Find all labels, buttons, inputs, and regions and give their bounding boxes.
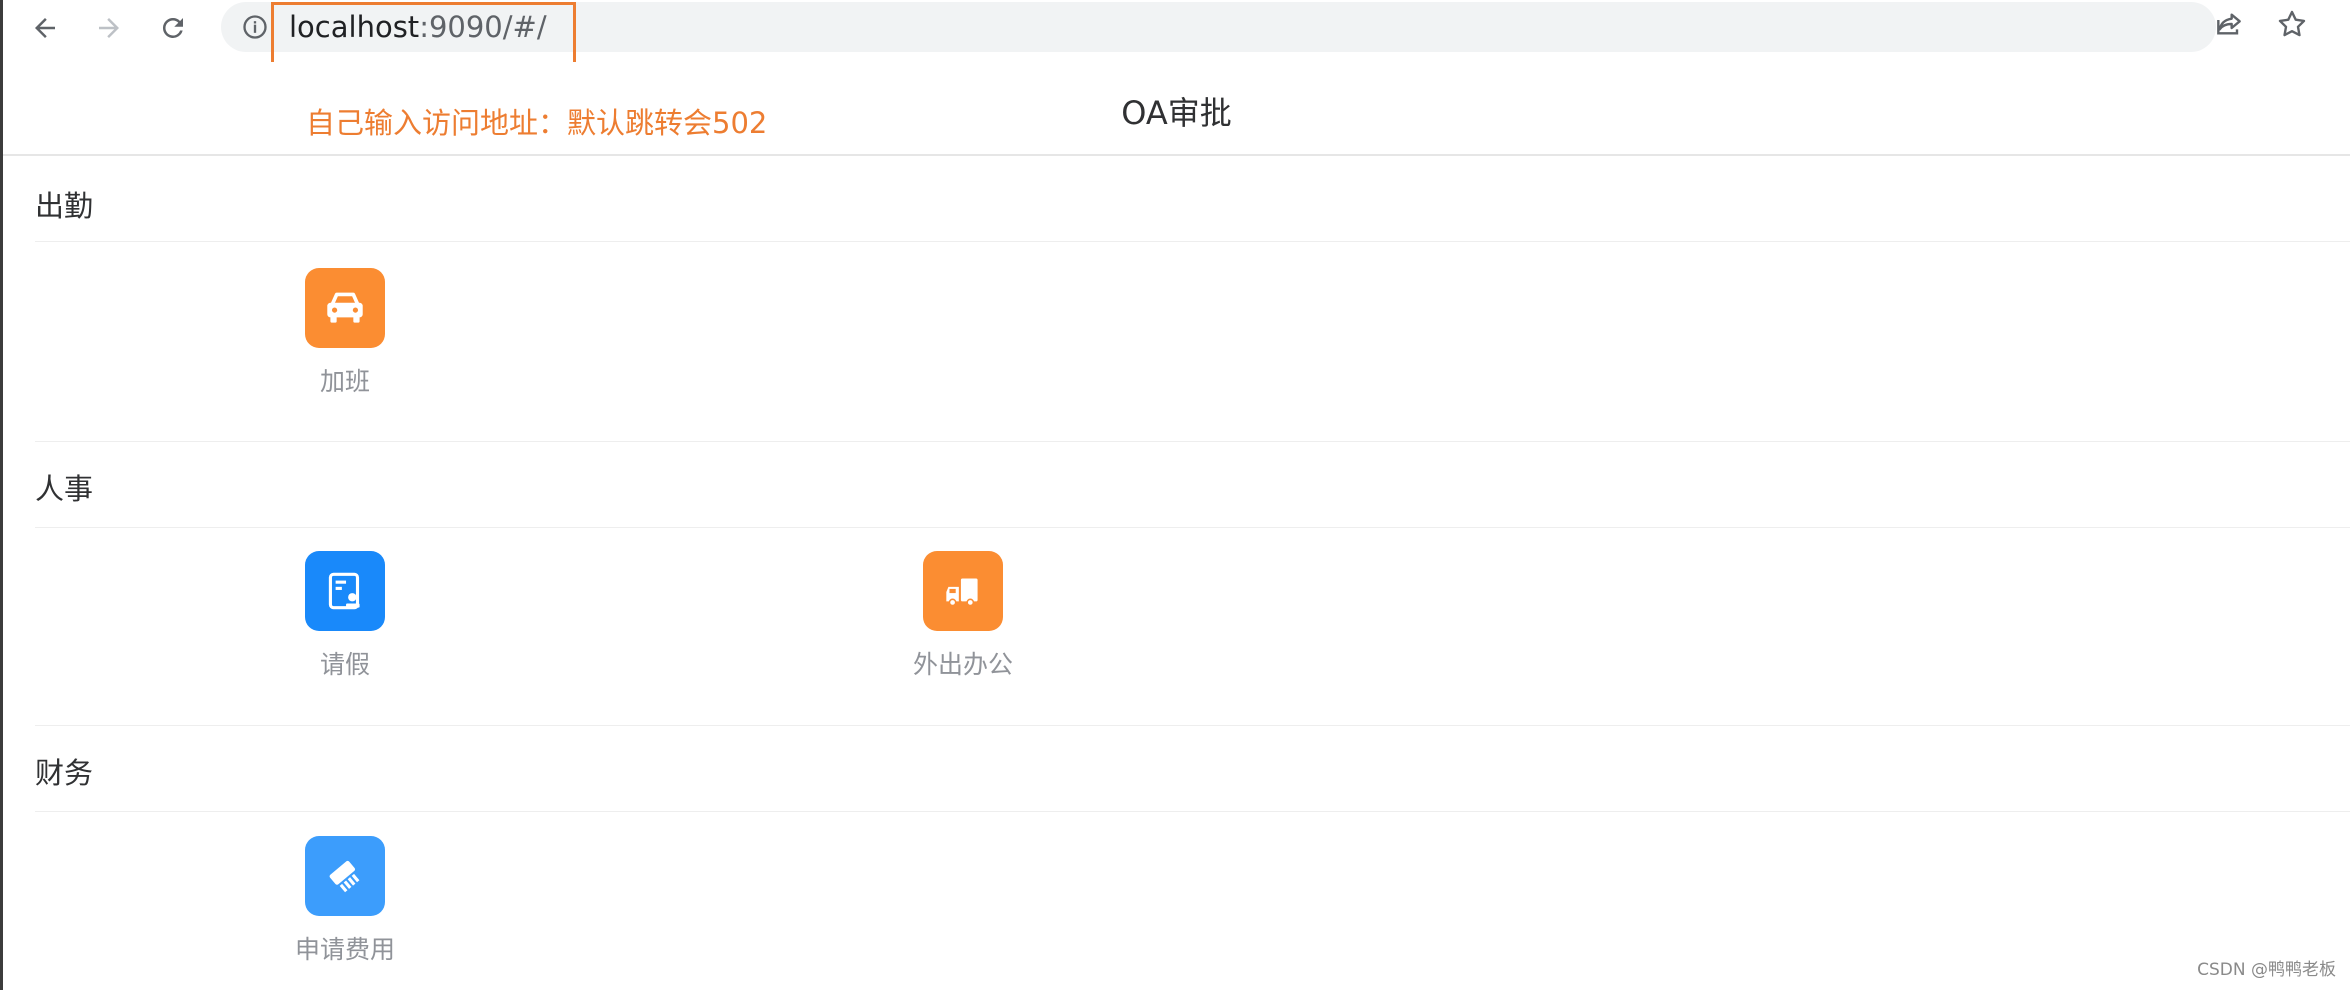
info-icon[interactable] bbox=[241, 13, 269, 41]
forward-button[interactable] bbox=[87, 6, 131, 50]
share-button[interactable] bbox=[2213, 8, 2245, 44]
app-icon-tile bbox=[305, 836, 385, 916]
page-title: OA审批 bbox=[1121, 94, 1232, 132]
app-label: 外出办公 bbox=[912, 650, 1013, 679]
section-title-attendance: 出勤 bbox=[35, 189, 94, 223]
address-bar[interactable]: localhost:9090/#/ bbox=[221, 2, 2216, 52]
divider bbox=[35, 811, 2350, 812]
reload-icon bbox=[162, 17, 183, 38]
divider bbox=[35, 441, 2350, 442]
truck-icon bbox=[946, 578, 978, 607]
app-item-expense[interactable]: 申请费用 bbox=[265, 836, 425, 966]
leave-form-icon bbox=[328, 572, 360, 610]
url-path: :9090/#/ bbox=[419, 10, 547, 44]
divider bbox=[35, 527, 2350, 528]
watermark-text: CSDN @鸭鸭老板 bbox=[2197, 960, 2336, 980]
url-host: localhost bbox=[289, 10, 420, 44]
star-icon bbox=[2278, 10, 2306, 37]
expense-icon bbox=[329, 860, 360, 893]
url-text[interactable]: localhost:9090/#/ bbox=[289, 9, 547, 45]
app-label: 请假 bbox=[319, 650, 370, 679]
arrow-right-icon bbox=[99, 18, 119, 38]
arrow-left-icon bbox=[35, 18, 55, 38]
reload-button[interactable] bbox=[151, 6, 195, 50]
car-icon bbox=[327, 292, 363, 323]
bookmark-button[interactable] bbox=[2276, 8, 2308, 44]
app-item-overtime[interactable]: 加班 bbox=[265, 268, 425, 398]
section-title-hr: 人事 bbox=[35, 472, 94, 506]
app-item-leave[interactable]: 请假 bbox=[265, 551, 425, 681]
app-label: 申请费用 bbox=[294, 935, 395, 964]
app-header: 自己输入访问地址：默认跳转会502 OA审批 bbox=[3, 62, 2350, 156]
section-title-finance: 财务 bbox=[35, 756, 94, 790]
app-icon-tile bbox=[305, 551, 385, 631]
app-item-field-work[interactable]: 外出办公 bbox=[883, 551, 1043, 681]
app-label: 加班 bbox=[319, 367, 370, 396]
share-icon bbox=[2217, 13, 2241, 35]
divider bbox=[35, 241, 2350, 242]
browser-toolbar: localhost:9090/#/ bbox=[3, 0, 2350, 66]
app-icon-tile bbox=[305, 268, 385, 348]
back-button[interactable] bbox=[23, 6, 67, 50]
app-icon-tile bbox=[923, 551, 1003, 631]
divider bbox=[35, 725, 2350, 726]
